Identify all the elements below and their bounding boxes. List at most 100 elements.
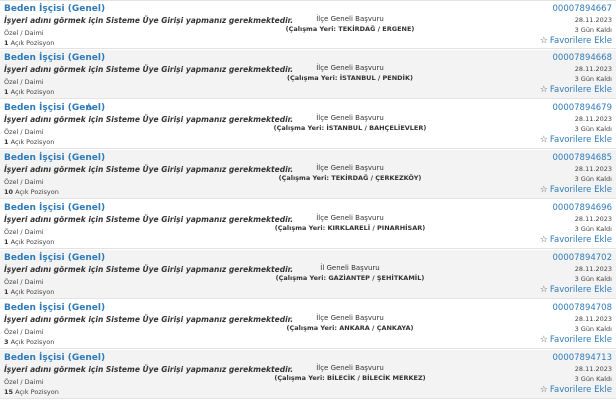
- add-to-favorites-button[interactable]: ☆ Favorilere Ekle: [540, 285, 612, 295]
- application-scope: İl Geneli Başvuru: [320, 264, 380, 272]
- days-remaining: 3 Gün Kaldı: [574, 375, 612, 383]
- work-location: (Çalışma Yeri: TEKİRDAĞ / ÇERKEZKÖY): [278, 174, 422, 182]
- add-to-favorites-button[interactable]: ☆ Favorilere Ekle: [540, 385, 612, 395]
- days-remaining: 3 Gün Kaldı: [574, 225, 612, 233]
- listing-id-link[interactable]: 00007894708: [553, 303, 613, 313]
- add-to-favorites-button[interactable]: ☆ Favorilere Ekle: [540, 85, 612, 95]
- work-location: (Çalışma Yeri: İSTANBUL / BAHÇELİEVLER): [273, 124, 427, 132]
- application-scope: İlçe Geneli Başvuru: [316, 64, 384, 72]
- add-to-favorites-button[interactable]: ☆ Favorilere Ekle: [540, 335, 612, 345]
- open-positions-label: Açık Pozisyon: [15, 188, 59, 196]
- job-listing-row: Beden İşçisi (Genel) İşyeri adını görmek…: [0, 350, 616, 399]
- application-scope: İlçe Geneli Başvuru: [316, 164, 384, 172]
- application-scope: İlçe Geneli Başvuru: [316, 314, 384, 322]
- days-remaining: 3 Gün Kaldı: [574, 275, 612, 283]
- open-positions: 1 Açık Pozisyon: [4, 39, 54, 47]
- star-outline-icon: ☆: [539, 335, 548, 345]
- listing-date: 28.11.2023: [574, 365, 612, 373]
- open-positions-label: Açık Pozisyon: [10, 288, 55, 296]
- open-positions: 10 Açık Pozisyon: [4, 188, 59, 196]
- add-to-favorites-button[interactable]: ☆ Favorilere Ekle: [540, 235, 612, 245]
- job-listing-row: Beden İşçisi (Genel) İşyeri adını görmek…: [0, 50, 616, 99]
- open-positions: 1 Açık Pozisyon: [4, 238, 54, 246]
- add-to-favorites-button[interactable]: ☆ Favorilere Ekle: [540, 185, 612, 195]
- employment-type: Özel / Daimi: [4, 378, 44, 386]
- open-positions-label: Açık Pozisyon: [15, 388, 59, 396]
- listing-id-link[interactable]: 00007894685: [553, 153, 613, 163]
- add-to-favorites-label: Favorilere Ekle: [549, 335, 612, 345]
- listing-id-link[interactable]: 00007894668: [553, 53, 613, 63]
- add-to-favorites-label: Favorilere Ekle: [549, 235, 612, 245]
- open-positions-count: 1: [4, 238, 9, 246]
- open-positions-count: 3: [4, 338, 9, 346]
- application-scope: İlçe Geneli Başvuru: [316, 364, 384, 372]
- star-outline-icon: ☆: [539, 36, 548, 46]
- open-positions: 3 Açık Pozisyon: [4, 338, 54, 346]
- listing-date: 28.11.2023: [574, 165, 612, 173]
- add-to-favorites-label: Favorilere Ekle: [549, 185, 612, 195]
- open-positions: 15 Açık Pozisyon: [4, 388, 59, 396]
- add-to-favorites-label: Favorilere Ekle: [549, 135, 612, 145]
- add-to-favorites-label: Favorilere Ekle: [549, 85, 612, 95]
- open-positions-label: Açık Pozisyon: [10, 88, 55, 96]
- listing-id-link[interactable]: 00007894679: [553, 103, 613, 113]
- employment-type: Özel / Daimi: [4, 228, 44, 236]
- star-outline-icon: ☆: [539, 285, 548, 295]
- open-positions-count: 1: [4, 39, 9, 47]
- job-title-link[interactable]: Beden İşçisi (Genel): [4, 53, 105, 63]
- star-outline-icon: ☆: [539, 85, 548, 95]
- job-listing-row: Beden İşçisi (Genel) İşyeri adını görmek…: [0, 250, 616, 299]
- listing-id-link[interactable]: 00007894667: [553, 4, 613, 14]
- job-title-link[interactable]: Beden İşçisi (Genel): [4, 303, 105, 313]
- job-title-link[interactable]: Beden İşçisi (Genel): [4, 353, 105, 363]
- listing-date: 28.11.2023: [574, 16, 612, 24]
- add-to-favorites-label: Favorilere Ekle: [549, 285, 612, 295]
- work-location: (Çalışma Yeri: TEKİRDAĞ / ERGENE): [285, 25, 415, 33]
- star-outline-icon: ☆: [539, 385, 548, 395]
- star-outline-icon: ☆: [539, 235, 548, 245]
- job-listing-row: Beden İşçisi (Genel) İşyeri adını görmek…: [0, 0, 616, 49]
- job-title-link[interactable]: Beden İşçisi (Genel): [4, 203, 105, 213]
- star-outline-icon: ☆: [539, 185, 548, 195]
- work-location: (Çalışma Yeri: ANKARA / ÇANKAYA): [286, 324, 414, 332]
- star-outline-icon: ☆: [539, 135, 548, 145]
- employment-type: Özel / Daimi: [4, 328, 44, 336]
- add-to-favorites-button[interactable]: ☆ Favorilere Ekle: [540, 135, 612, 145]
- listing-id-link[interactable]: 00007894713: [553, 353, 613, 363]
- application-scope: İlçe Geneli Başvuru: [316, 15, 384, 23]
- employment-type: Özel / Daimi: [4, 78, 44, 86]
- application-scope: İlçe Geneli Başvuru: [316, 114, 384, 122]
- listing-date: 28.11.2023: [574, 265, 612, 273]
- listing-date: 28.11.2023: [574, 315, 612, 323]
- job-title-link[interactable]: Beden İşçisi (Genel): [4, 153, 105, 163]
- job-listing-row: Beden İşçisi (Genel) İşyeri adını görmek…: [0, 200, 616, 249]
- open-positions: 1 Açık Pozisyon: [4, 288, 54, 296]
- open-positions-count: 1: [4, 138, 9, 146]
- employment-type: Özel / Daimi: [4, 128, 44, 136]
- work-location: (Çalışma Yeri: GAZİANTEP / ŞEHİTKAMİL): [275, 274, 425, 282]
- days-remaining: 3 Gün Kaldı: [574, 125, 612, 133]
- work-location: (Çalışma Yeri: BİLECİK / BİLECİK MERKEZ): [274, 374, 426, 382]
- application-scope: İlçe Geneli Başvuru: [316, 214, 384, 222]
- open-positions-count: 1: [4, 88, 9, 96]
- job-listing-row: Beden İşçisi (Genel) İşyeri adını görmek…: [0, 150, 616, 199]
- open-positions: 1 Açık Pozisyon: [4, 88, 54, 96]
- days-remaining: 3 Gün Kaldı: [574, 175, 612, 183]
- job-listing-list: Beden İşçisi (Genel) İşyeri adını görmek…: [0, 0, 616, 400]
- employment-type: Özel / Daimi: [4, 278, 44, 286]
- job-title-link[interactable]: Beden İşçisi (Genel): [4, 4, 105, 14]
- open-positions: 1 Açık Pozisyon: [4, 138, 54, 146]
- job-listing-row: Beden İşçisi (Genel) ♿ İşyeri adını görm…: [0, 100, 616, 149]
- job-title-link[interactable]: Beden İşçisi (Genel): [4, 253, 105, 263]
- listing-date: 28.11.2023: [574, 65, 612, 73]
- work-location: (Çalışma Yeri: İSTANBUL / PENDİK): [287, 74, 413, 82]
- listing-date: 28.11.2023: [574, 115, 612, 123]
- add-to-favorites-label: Favorilere Ekle: [549, 385, 612, 395]
- listing-id-link[interactable]: 00007894696: [553, 203, 613, 213]
- open-positions-count: 1: [4, 288, 9, 296]
- open-positions-label: Açık Pozisyon: [10, 138, 55, 146]
- listing-id-link[interactable]: 00007894702: [553, 253, 613, 263]
- add-to-favorites-button[interactable]: ☆ Favorilere Ekle: [540, 36, 612, 46]
- days-remaining: 3 Gün Kaldı: [574, 26, 612, 34]
- wheelchair-icon: ♿: [86, 103, 95, 113]
